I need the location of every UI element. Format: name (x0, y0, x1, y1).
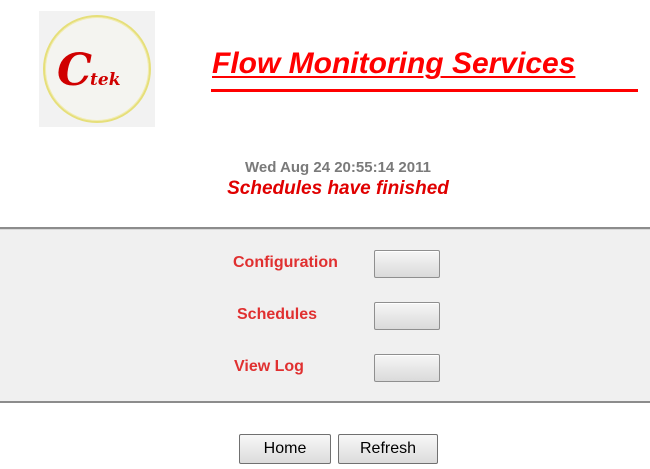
menu-panel: Configuration Schedules View Log (0, 227, 650, 403)
home-button[interactable]: Home (239, 434, 331, 464)
status-message: Schedules have finished (227, 178, 449, 199)
logo-text: Ctek (57, 45, 120, 96)
configuration-button[interactable] (374, 250, 440, 278)
configuration-label: Configuration (233, 254, 338, 271)
view-log-label: View Log (234, 358, 304, 375)
logo-letter: C (57, 45, 92, 96)
panel-divider (0, 229, 650, 230)
schedules-label: Schedules (237, 306, 318, 323)
page: Ctek Flow Monitoring Services Wed Aug 24… (0, 0, 650, 469)
schedules-button[interactable] (374, 302, 440, 330)
page-title: Flow Monitoring Services (212, 47, 576, 80)
refresh-button[interactable]: Refresh (338, 434, 438, 464)
logo-suffix: tek (90, 70, 121, 90)
ctek-logo: Ctek (39, 11, 155, 127)
timestamp: Wed Aug 24 20:55:14 2011 (245, 159, 431, 176)
view-log-button[interactable] (374, 354, 440, 382)
title-underline (211, 89, 638, 92)
